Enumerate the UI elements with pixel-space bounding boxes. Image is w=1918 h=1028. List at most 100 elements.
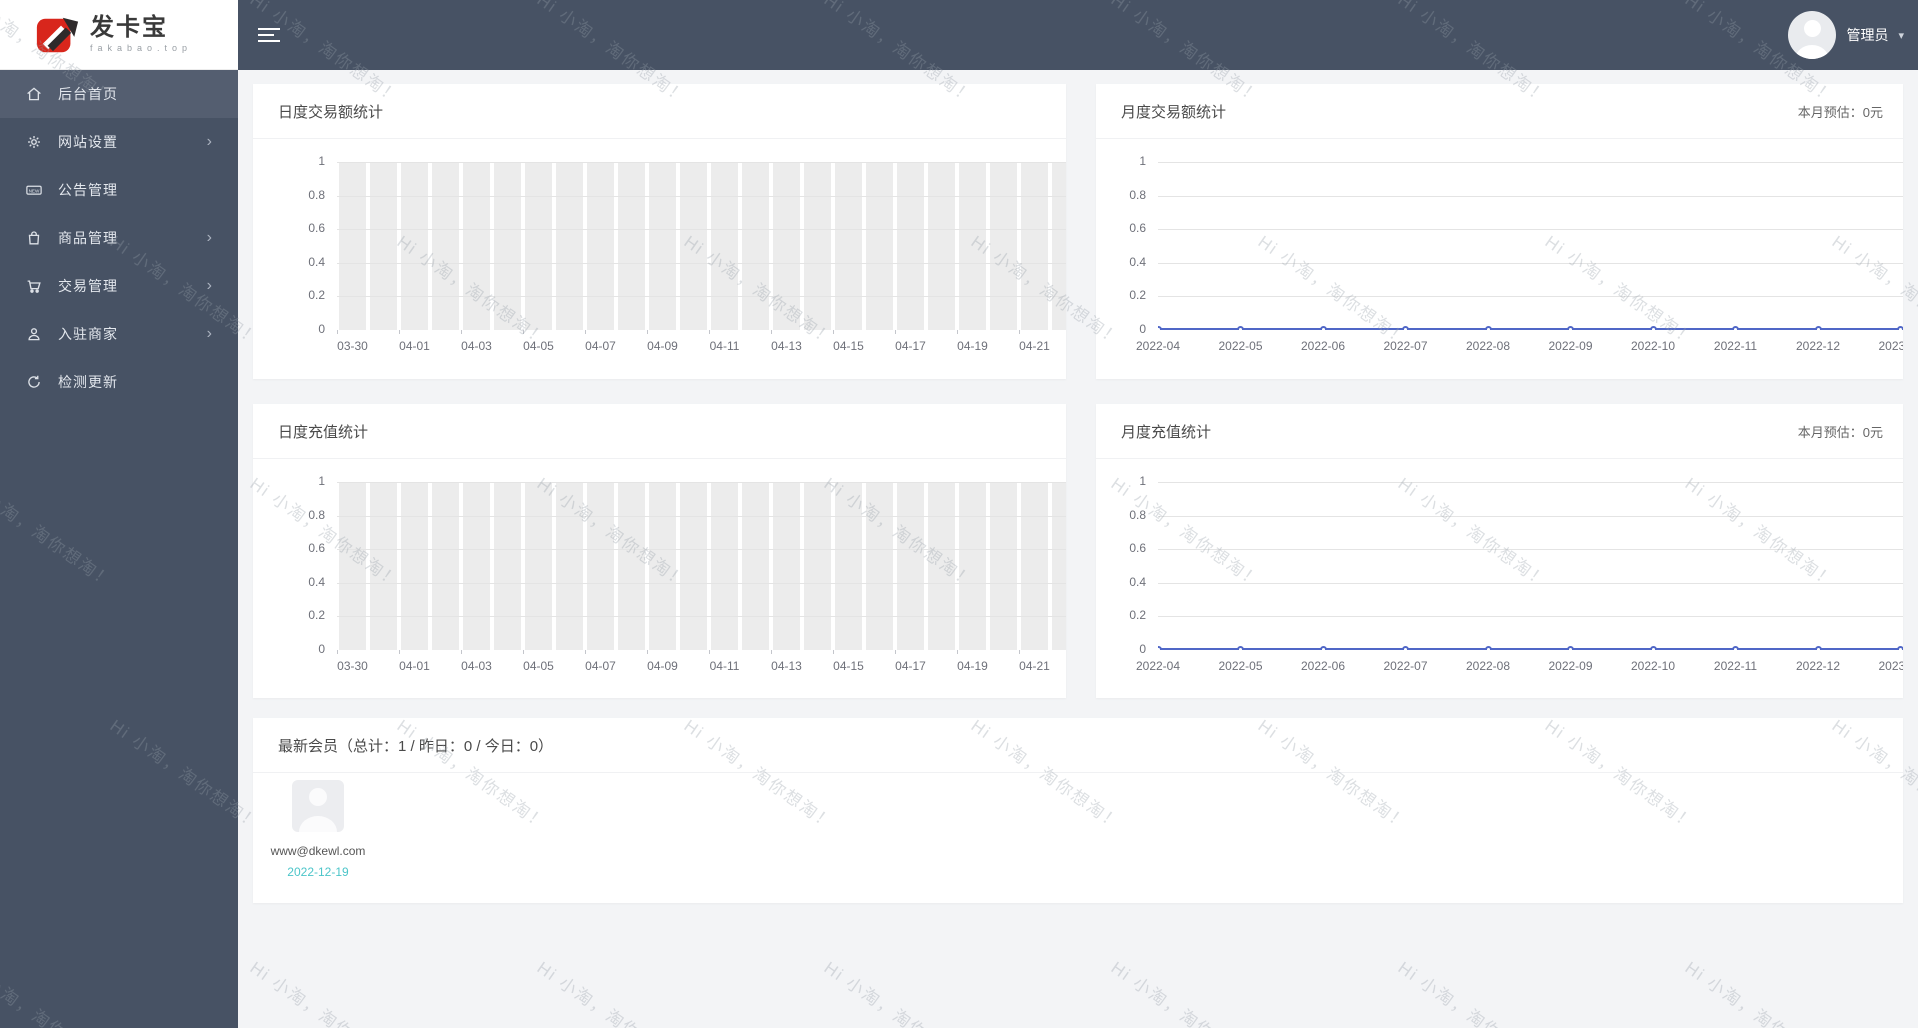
y-axis-tick-label: 0 bbox=[1139, 322, 1146, 336]
bar-background-band bbox=[370, 482, 397, 650]
member-register-date: 2022-12-19 bbox=[287, 865, 349, 879]
y-axis-tick-label: 0.2 bbox=[1129, 288, 1146, 303]
bar-background-band bbox=[339, 482, 366, 650]
panel-daily-recharge: 日度充值统计 1 0.8 0.6 0.4 0.2 0 03-30 04-01 04-03 04-0… bbox=[253, 404, 1066, 698]
sidebar-item-merchants[interactable]: 入驻商家 › bbox=[0, 310, 238, 358]
panel-title: 月度交易额统计 bbox=[1121, 103, 1227, 121]
gear-icon bbox=[24, 132, 44, 152]
bar-background-band bbox=[866, 162, 893, 330]
data-point-marker bbox=[1897, 325, 1903, 330]
x-axis-tick-label: 04-09 bbox=[647, 659, 678, 673]
zero-value-line bbox=[1158, 328, 1903, 330]
bar-background-band bbox=[959, 162, 986, 330]
x-axis-tick bbox=[709, 330, 710, 334]
bar-background-band bbox=[587, 162, 614, 330]
sidebar-item-announcements[interactable]: NEW 公告管理 bbox=[0, 166, 238, 214]
x-axis-tick-label: 2022-05 bbox=[1218, 339, 1263, 353]
y-axis-tick-label: 0.4 bbox=[308, 254, 325, 269]
x-axis-tick-label: 2022-09 bbox=[1548, 339, 1593, 353]
top-header: 管理员 ▾ bbox=[238, 0, 1918, 70]
data-point-marker bbox=[1567, 325, 1574, 330]
x-axis-tick bbox=[647, 330, 648, 334]
sidebar-item-check-update[interactable]: 检测更新 bbox=[0, 358, 238, 406]
bar-background-band bbox=[804, 162, 831, 330]
data-point-marker bbox=[1319, 325, 1327, 330]
sidebar-item-home[interactable]: 后台首页 bbox=[0, 70, 238, 118]
chart-plot-area bbox=[1158, 162, 1903, 330]
x-axis-tick-label: 2022-10 bbox=[1630, 339, 1676, 353]
bar-background-band bbox=[1021, 482, 1048, 650]
sidebar-item-label: 网站设置 bbox=[58, 134, 118, 150]
x-axis-tick bbox=[585, 650, 586, 654]
data-point-marker bbox=[1649, 645, 1657, 650]
gridline bbox=[337, 195, 1066, 197]
bar-background-band bbox=[897, 162, 924, 330]
bar-background-band bbox=[618, 482, 645, 650]
watermark-text: Hi 小淘，淘你想淘！ bbox=[1681, 958, 1839, 1028]
x-axis-tick bbox=[523, 650, 524, 654]
brand-logo-icon bbox=[36, 17, 79, 52]
bar-background-band bbox=[649, 482, 676, 650]
sidebar-item-label: 交易管理 bbox=[58, 278, 118, 294]
sidebar-item-products[interactable]: 商品管理 › bbox=[0, 214, 238, 262]
bar-background-band bbox=[742, 162, 769, 330]
y-axis-tick-label: 0.2 bbox=[308, 608, 325, 623]
bar-background-band bbox=[990, 162, 1017, 330]
x-axis-tick bbox=[709, 650, 710, 654]
data-point-marker bbox=[1237, 325, 1244, 330]
member-email: www@dkewl.com bbox=[270, 844, 366, 858]
bar-background-band bbox=[928, 162, 955, 330]
daily-trade-chart: 1 0.8 0.6 0.4 0.2 0 03-30 04-01 04-03 04-05 04-07 0… bbox=[253, 139, 1066, 379]
y-axis-tick-label: 1 bbox=[1139, 474, 1146, 488]
data-point-marker bbox=[1814, 645, 1822, 650]
data-point-marker bbox=[1897, 645, 1903, 650]
user-dropdown[interactable]: 管理员 ▾ bbox=[1788, 0, 1904, 70]
bar-background-band bbox=[680, 162, 707, 330]
sidebar-menu: 后台首页 网站设置 › NEW 公告管理 商品管理 › 交易管理 › 入驻商家 › 检测更新 bbox=[0, 70, 238, 406]
data-point-marker bbox=[1319, 645, 1327, 650]
sidebar-item-trades[interactable]: 交易管理 › bbox=[0, 262, 238, 310]
data-point-marker bbox=[1732, 325, 1739, 330]
x-axis-tick-label: 04-05 bbox=[523, 339, 554, 353]
chevron-right-icon: › bbox=[206, 229, 212, 246]
sidebar: 后台首页 网站设置 › NEW 公告管理 商品管理 › 交易管理 › 入驻商家 › 检测更新 bbox=[0, 70, 238, 1028]
bar-background-band bbox=[928, 482, 955, 650]
bar-background-band bbox=[649, 162, 676, 330]
bar-background-band bbox=[370, 162, 397, 330]
data-point-marker bbox=[1158, 325, 1162, 330]
gridline bbox=[337, 229, 1066, 231]
bar-background-band bbox=[1021, 162, 1048, 330]
gridline bbox=[1158, 515, 1903, 517]
menu-toggle-button[interactable] bbox=[258, 24, 282, 46]
watermark-text: Hi 小淘，淘你想淘！ bbox=[820, 958, 978, 1028]
gridline bbox=[337, 616, 1066, 618]
bar-background-band bbox=[525, 162, 552, 330]
x-axis-tick bbox=[585, 330, 586, 334]
chart-plot-area bbox=[337, 482, 1066, 650]
month-estimate: 本月预估：0元 bbox=[1797, 424, 1883, 440]
x-axis-tick-label: 2022-12 bbox=[1795, 339, 1841, 353]
bar-background-band bbox=[742, 482, 769, 650]
x-axis-tick-label: 2022-10 bbox=[1630, 659, 1676, 673]
zero-value-line bbox=[1158, 648, 1903, 650]
bar-background-band bbox=[959, 482, 986, 650]
gridline bbox=[337, 296, 1066, 298]
x-axis-tick-label: 2022-12 bbox=[1795, 659, 1841, 673]
bar-background-band bbox=[835, 162, 862, 330]
x-axis-tick bbox=[647, 650, 648, 654]
member-card: www@dkewl.com 2022-12-19 bbox=[263, 780, 373, 879]
bar-background-band bbox=[1052, 482, 1066, 650]
x-axis-tick-label: 04-07 bbox=[585, 659, 616, 673]
x-axis-tick bbox=[1019, 650, 1020, 654]
home-icon bbox=[24, 84, 44, 104]
panel-monthly-trade: 月度交易额统计 本月预估：0元 1 0.8 0.6 0.4 0.2 0 2022-04 202… bbox=[1096, 84, 1903, 379]
x-axis-tick bbox=[895, 650, 896, 654]
sidebar-item-site-settings[interactable]: 网站设置 › bbox=[0, 118, 238, 166]
x-axis-tick-label: 04-15 bbox=[833, 339, 864, 353]
bar-background-band bbox=[463, 162, 490, 330]
x-axis-tick-label: 2022-11 bbox=[1713, 659, 1758, 673]
x-axis-tick-label: 04-21 bbox=[1019, 659, 1050, 673]
x-axis-tick-label: 2022-08 bbox=[1465, 659, 1511, 673]
y-axis-tick-label: 0.8 bbox=[1129, 187, 1146, 202]
panel-title: 日度充值统计 bbox=[278, 423, 369, 441]
